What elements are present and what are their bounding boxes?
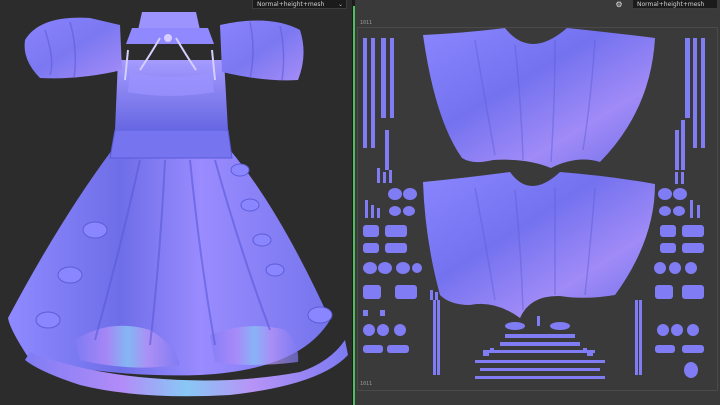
right-sleeve [220,20,304,81]
viewport-3d[interactable]: Normal+height+mesh ⌄ [0,0,352,405]
uv-islands[interactable] [355,0,720,405]
uv-skirt-panel-top [423,28,655,168]
dress-3d-model[interactable] [0,0,352,405]
viewport-2d[interactable]: ⚙ Normal+height+mesh 1011 1011 [355,0,720,405]
waistband [109,129,233,159]
uv-skirt-panel-bottom [423,172,655,318]
collar [138,12,200,30]
left-sleeve [24,17,123,79]
